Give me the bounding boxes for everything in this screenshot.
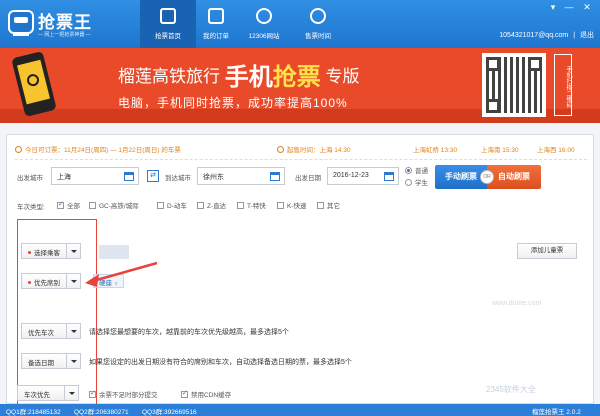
minimize-button[interactable]: — [562, 2, 576, 12]
order-check-icon [208, 8, 224, 24]
banner-subtitle: 电脑，手机同时抢票，成功率提高100% [118, 96, 348, 110]
tab-sale-time[interactable]: 售票时间 [290, 0, 346, 48]
banner-title-post: 专版 [325, 67, 360, 86]
qr-pattern [486, 57, 542, 113]
app-subtitle: — 网上一把抢票神器 — [38, 32, 91, 38]
tab-12306[interactable]: 12306网站 [236, 0, 292, 48]
train-icon [160, 8, 176, 24]
web-globe-icon [256, 8, 272, 24]
red-arrow-icon [85, 261, 158, 287]
smiley-face-icon [25, 72, 41, 88]
status-bar: QQ1群:218485132 QQ2群:206380271 QQ3群:39266… [0, 404, 600, 416]
banner-title-pre: 榴莲高铁旅行 [118, 67, 220, 86]
title-bar: 抢票王 — 网上一把抢票神器 — 抢票首页 我的订单 12306网站 售票时间 … [0, 0, 600, 48]
watermark-url: www.duote.com [492, 300, 542, 307]
banner-title-big2: 抢票 [272, 64, 321, 91]
qr-note: 手机扫描二维码 [554, 54, 572, 116]
tab-sale-time-label: 售票时间 [305, 33, 331, 40]
qr-code [482, 53, 546, 117]
app-version: 榴莲抢票王 2.0.2 [532, 409, 581, 416]
banner-title-big: 手机 [224, 64, 273, 91]
qr-corner [528, 57, 542, 71]
booking-panel: 今日可订票：11月24日(周四) — 1月22日(周日) 的车票 起售时间：上海… [6, 134, 594, 405]
promo-banner[interactable]: 榴莲高铁旅行 手机抢票 专版 电脑，手机同时抢票，成功率提高100% 手机扫描二… [0, 48, 600, 123]
clock-icon [310, 8, 326, 24]
qq-group-3: QQ3群:392669516 [142, 409, 197, 416]
logout-link[interactable]: 退出 [580, 32, 594, 39]
user-area: 1054321017@qq.com | 退出 [499, 30, 594, 40]
smiling-phone-icon [11, 51, 57, 117]
close-button[interactable]: ✕ [580, 2, 594, 13]
qq-group-2: QQ2群:206380271 [74, 409, 129, 416]
qr-corner [486, 99, 500, 113]
app-title: 抢票王 [38, 13, 92, 32]
qr-corner [486, 57, 500, 71]
watermark-text: 2345软件大全 [486, 385, 536, 394]
user-account: 1054321017@qq.com [499, 32, 569, 39]
app-logo: 抢票王 — 网上一把抢票神器 — [8, 6, 128, 42]
train-logo-icon [8, 10, 34, 36]
phone-screen [17, 59, 50, 105]
user-separator: | [573, 32, 576, 39]
banner-title: 榴莲高铁旅行 手机抢票 专版 [118, 57, 359, 92]
skin-dropdown-icon[interactable]: ▾ [546, 2, 560, 13]
qq-group-1: QQ1群:218485132 [6, 409, 61, 416]
tab-12306-label: 12306网站 [248, 33, 280, 40]
